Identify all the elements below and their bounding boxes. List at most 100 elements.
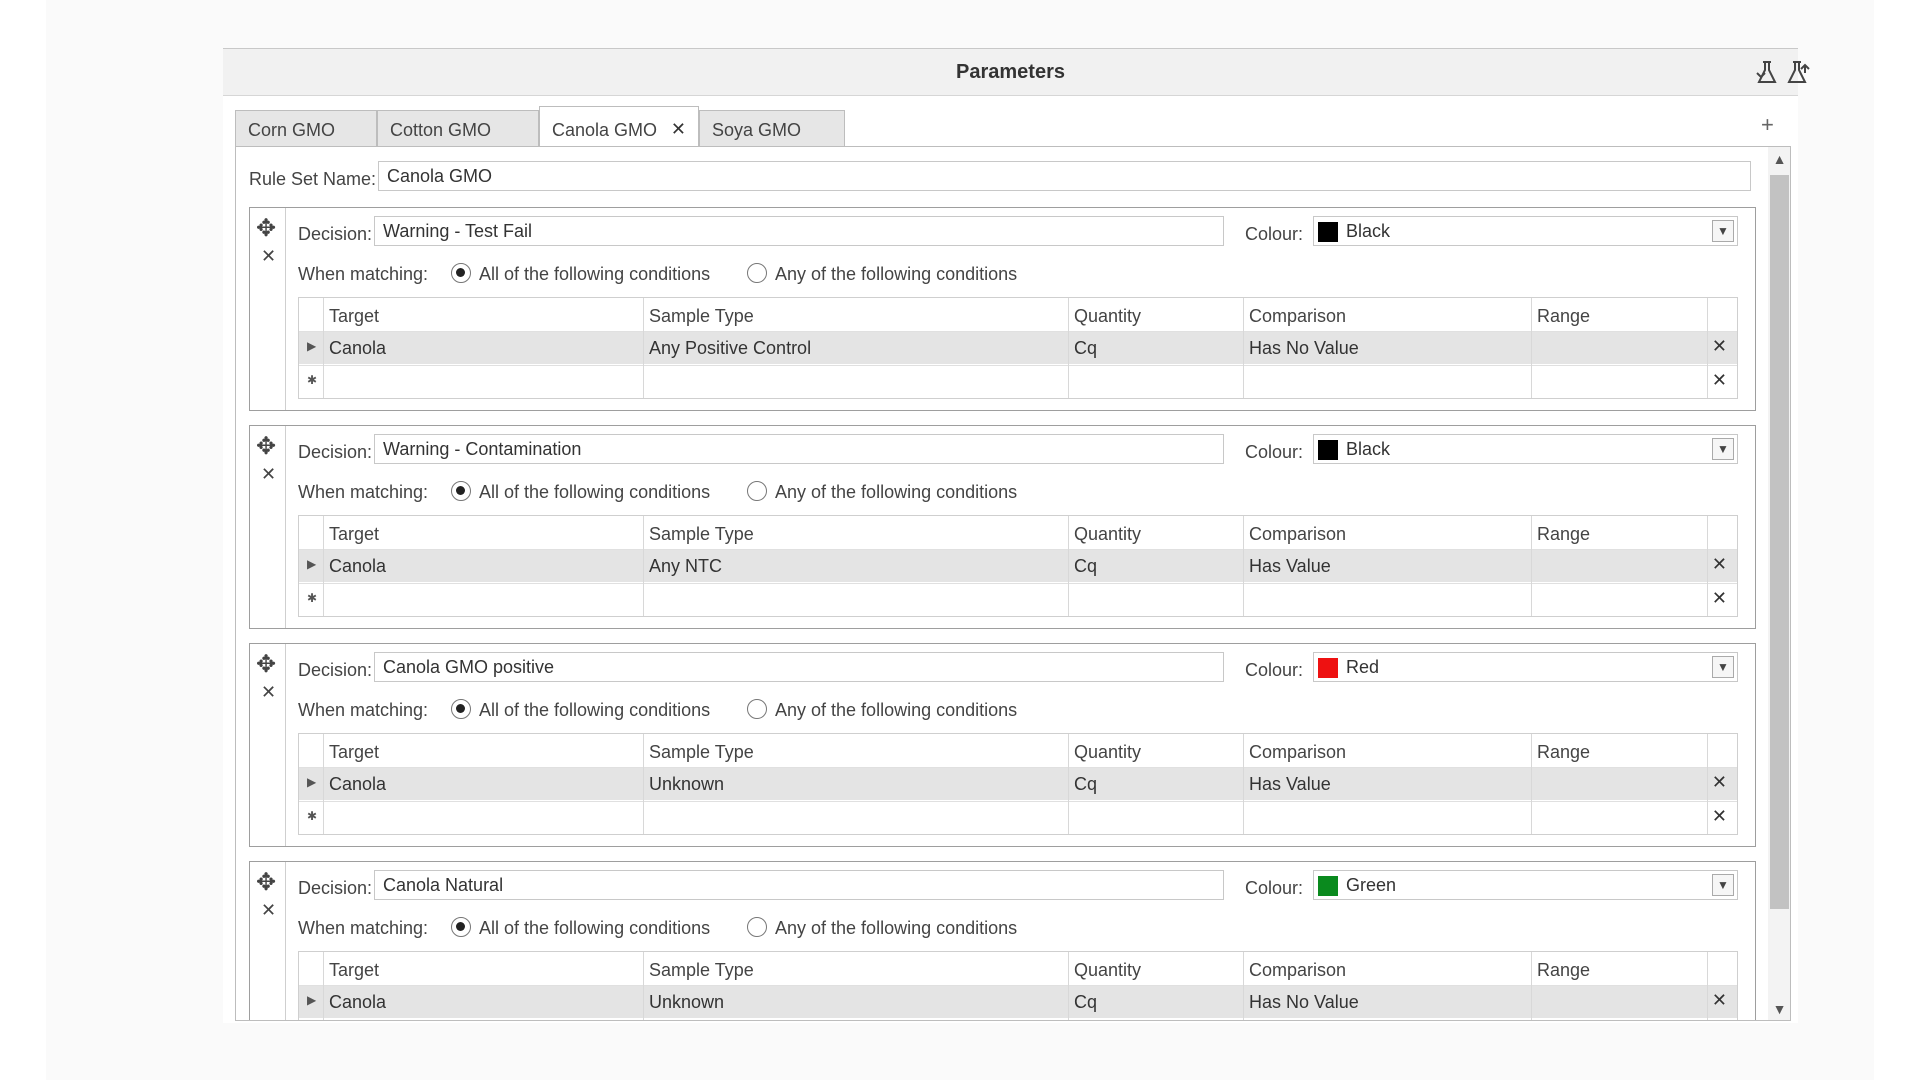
col-comparison[interactable]: Comparison: [1249, 306, 1346, 327]
tab-corn-gmo[interactable]: Corn GMO: [235, 110, 377, 146]
add-tab-button[interactable]: +: [1761, 112, 1774, 138]
radio-all-conditions[interactable]: [451, 263, 471, 283]
rule-block: ✥ ✕ Decision: Warning - Test Fail Colour…: [249, 207, 1756, 411]
expand-icon[interactable]: ▶: [307, 993, 316, 1007]
col-quantity[interactable]: Quantity: [1074, 742, 1141, 763]
vertical-scrollbar[interactable]: ▲ ▼: [1768, 147, 1790, 1020]
col-sample-type[interactable]: Sample Type: [649, 960, 754, 981]
colour-select[interactable]: Black ▼: [1313, 434, 1738, 464]
table-row[interactable]: ▶ Canola Any NTC Cq Has Value ✕: [299, 550, 1737, 582]
chevron-down-icon[interactable]: ▼: [1712, 438, 1734, 460]
cell-comparison[interactable]: Has No Value: [1249, 992, 1359, 1013]
cell-sample-type[interactable]: Unknown: [649, 774, 724, 795]
chevron-down-icon[interactable]: ▼: [1712, 656, 1734, 678]
grid-header: Target Sample Type Quantity Comparison R…: [299, 952, 1737, 986]
radio-any-conditions[interactable]: [747, 917, 767, 937]
decision-input[interactable]: Warning - Contamination: [374, 434, 1224, 464]
col-comparison[interactable]: Comparison: [1249, 742, 1346, 763]
close-icon[interactable]: ✕: [671, 119, 686, 140]
cell-target[interactable]: Canola: [329, 338, 386, 359]
delete-row-icon[interactable]: ✕: [1712, 370, 1727, 391]
expand-icon[interactable]: ▶: [307, 339, 316, 353]
tab-canola-gmo[interactable]: Canola GMO ✕: [539, 106, 699, 147]
col-divider: [1068, 952, 1069, 1020]
table-row[interactable]: ▶ Canola Any Positive Control Cq Has No …: [299, 332, 1737, 364]
decision-input[interactable]: Warning - Test Fail: [374, 216, 1224, 246]
col-sample-type[interactable]: Sample Type: [649, 742, 754, 763]
radio-any-label: Any of the following conditions: [775, 918, 1018, 938]
close-icon[interactable]: ✕: [261, 246, 276, 267]
cell-comparison[interactable]: Has Value: [1249, 556, 1331, 577]
rule-set-name-input[interactable]: Canola GMO: [378, 161, 1751, 191]
radio-any-conditions[interactable]: [747, 263, 767, 283]
col-comparison[interactable]: Comparison: [1249, 524, 1346, 545]
new-row[interactable]: ✱ ✕: [299, 366, 1737, 398]
flask-export-icon[interactable]: [1783, 59, 1811, 87]
cell-sample-type[interactable]: Unknown: [649, 992, 724, 1013]
expand-icon[interactable]: ▶: [307, 557, 316, 571]
table-row[interactable]: ▶ Canola Unknown Cq Has No Value ✕: [299, 986, 1737, 1018]
col-sample-type[interactable]: Sample Type: [649, 524, 754, 545]
cell-target[interactable]: Canola: [329, 774, 386, 795]
cell-comparison[interactable]: Has Value: [1249, 774, 1331, 795]
scrollbar-thumb[interactable]: [1770, 175, 1789, 909]
cell-sample-type[interactable]: Any Positive Control: [649, 338, 811, 359]
col-target[interactable]: Target: [329, 524, 379, 545]
cell-quantity[interactable]: Cq: [1074, 774, 1097, 795]
radio-all-conditions[interactable]: [451, 481, 471, 501]
flask-import-icon[interactable]: [1753, 59, 1781, 87]
colour-select[interactable]: Green ▼: [1313, 870, 1738, 900]
tab-label: Canola GMO: [552, 120, 658, 140]
radio-all-conditions[interactable]: [451, 699, 471, 719]
cell-sample-type[interactable]: Any NTC: [649, 556, 722, 577]
chevron-down-icon[interactable]: ▼: [1712, 220, 1734, 242]
colour-select[interactable]: Red ▼: [1313, 652, 1738, 682]
decision-input[interactable]: Canola GMO positive: [374, 652, 1224, 682]
col-comparison[interactable]: Comparison: [1249, 960, 1346, 981]
col-range[interactable]: Range: [1537, 306, 1590, 327]
table-row[interactable]: ▶ Canola Unknown Cq Has Value ✕: [299, 768, 1737, 800]
close-icon[interactable]: ✕: [261, 464, 276, 485]
cell-target[interactable]: Canola: [329, 992, 386, 1013]
delete-row-icon[interactable]: ✕: [1712, 772, 1727, 793]
delete-row-icon[interactable]: ✕: [1712, 336, 1727, 357]
move-icon[interactable]: ✥: [256, 432, 276, 461]
col-quantity[interactable]: Quantity: [1074, 524, 1141, 545]
delete-row-icon[interactable]: ✕: [1712, 554, 1727, 575]
col-quantity[interactable]: Quantity: [1074, 306, 1141, 327]
move-icon[interactable]: ✥: [256, 650, 276, 679]
cell-target[interactable]: Canola: [329, 556, 386, 577]
delete-row-icon[interactable]: ✕: [1712, 806, 1727, 827]
cell-quantity[interactable]: Cq: [1074, 338, 1097, 359]
expand-icon[interactable]: ▶: [307, 775, 316, 789]
col-target[interactable]: Target: [329, 306, 379, 327]
col-target[interactable]: Target: [329, 742, 379, 763]
move-icon[interactable]: ✥: [256, 868, 276, 897]
chevron-down-icon[interactable]: ▼: [1768, 997, 1790, 1020]
chevron-down-icon[interactable]: ▼: [1712, 874, 1734, 896]
delete-row-icon[interactable]: ✕: [1712, 588, 1727, 609]
tab-cotton-gmo[interactable]: Cotton GMO: [377, 110, 539, 146]
new-row[interactable]: ✱ ✕: [299, 584, 1737, 616]
close-icon[interactable]: ✕: [261, 900, 276, 921]
move-icon[interactable]: ✥: [256, 214, 276, 243]
cell-quantity[interactable]: Cq: [1074, 992, 1097, 1013]
radio-any-conditions[interactable]: [747, 481, 767, 501]
close-icon[interactable]: ✕: [261, 682, 276, 703]
col-range[interactable]: Range: [1537, 960, 1590, 981]
col-range[interactable]: Range: [1537, 524, 1590, 545]
cell-comparison[interactable]: Has No Value: [1249, 338, 1359, 359]
cell-quantity[interactable]: Cq: [1074, 556, 1097, 577]
col-quantity[interactable]: Quantity: [1074, 960, 1141, 981]
tab-soya-gmo[interactable]: Soya GMO: [699, 110, 845, 146]
col-range[interactable]: Range: [1537, 742, 1590, 763]
radio-all-conditions[interactable]: [451, 917, 471, 937]
new-row[interactable]: ✱ ✕: [299, 802, 1737, 834]
radio-any-conditions[interactable]: [747, 699, 767, 719]
col-sample-type[interactable]: Sample Type: [649, 306, 754, 327]
col-target[interactable]: Target: [329, 960, 379, 981]
decision-input[interactable]: Canola Natural: [374, 870, 1224, 900]
colour-select[interactable]: Black ▼: [1313, 216, 1738, 246]
delete-row-icon[interactable]: ✕: [1712, 990, 1727, 1011]
chevron-up-icon[interactable]: ▲: [1768, 147, 1790, 171]
